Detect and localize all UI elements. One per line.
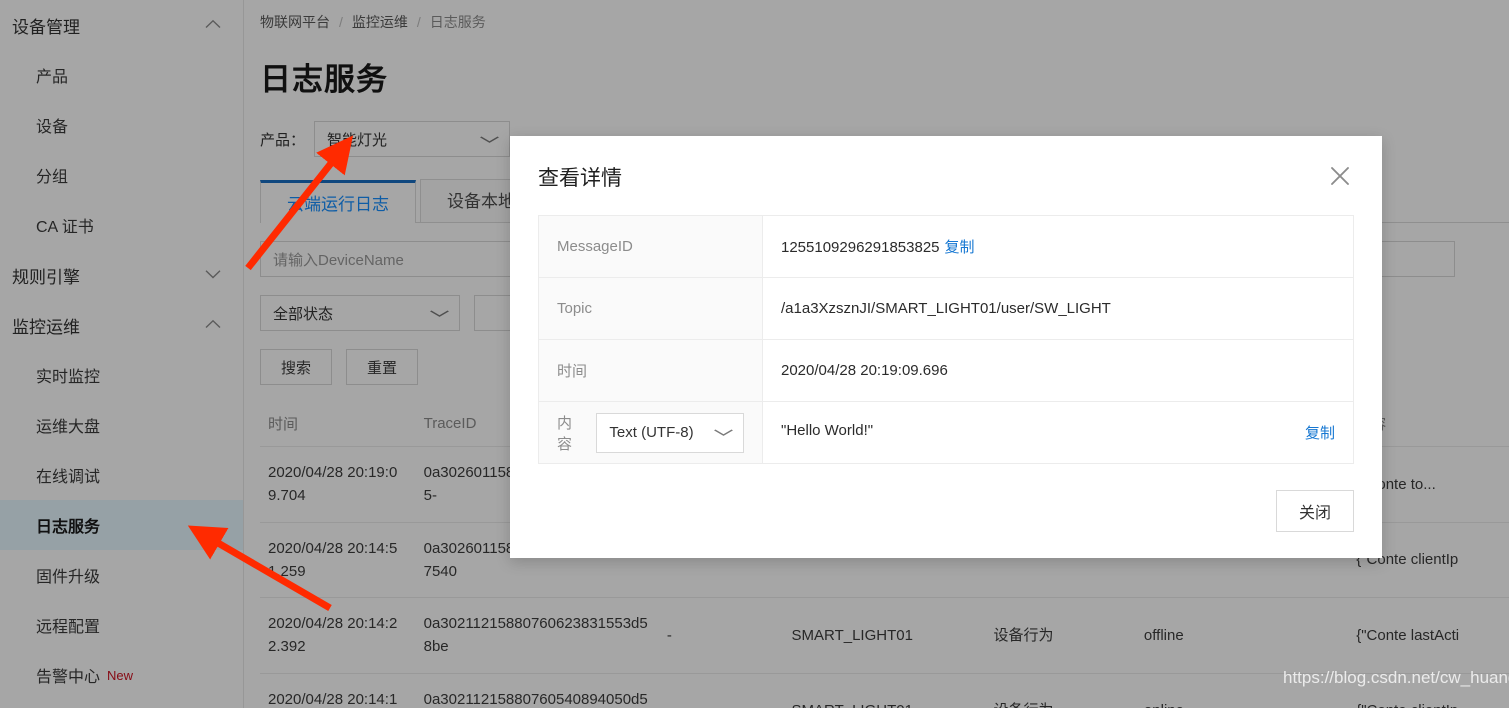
detail-label-content: 内容 Text (UTF-8) — [538, 401, 763, 464]
detail-row-time: 时间 2020/04/28 20:19:09.696 — [538, 339, 1354, 402]
detail-value-time: 2020/04/28 20:19:09.696 — [762, 339, 1354, 402]
detail-label-topic: Topic — [538, 277, 763, 340]
detail-value-content: "Hello World!" 复制 — [762, 401, 1354, 464]
detail-row-content: 内容 Text (UTF-8) "Hello World!" 复制 — [538, 401, 1354, 464]
detail-table: MessageID 1255109296291853825 复制 Topic /a… — [538, 215, 1354, 464]
detail-row-topic: Topic /a1a3XzsznJI/SMART_LIGHT01/user/SW… — [538, 277, 1354, 340]
detail-value-messageid: 1255109296291853825 复制 — [762, 215, 1354, 278]
modal-footer: 关闭 — [1275, 490, 1354, 532]
close-button-label: 关闭 — [1298, 505, 1331, 522]
content-label-text: 内容 — [557, 414, 573, 453]
watermark: https://blog.csdn.net/cw_huang — [1283, 668, 1509, 687]
modal-title: 查看详情 — [538, 167, 622, 190]
chevron-down-icon — [713, 426, 733, 439]
close-icon[interactable] — [1328, 164, 1352, 193]
content-text: "Hello World!" — [781, 422, 874, 439]
detail-modal: 查看详情 MessageID 1255109296291853825 复制 Top… — [510, 136, 1382, 558]
detail-row-messageid: MessageID 1255109296291853825 复制 — [538, 215, 1354, 278]
content-format-value: Text (UTF-8) — [609, 424, 694, 441]
messageid-text: 1255109296291853825 — [781, 239, 940, 256]
content-format-select[interactable]: Text (UTF-8) — [596, 412, 744, 453]
copy-messageid-link[interactable]: 复制 — [945, 239, 975, 256]
detail-value-topic: /a1a3XzsznJI/SMART_LIGHT01/user/SW_LIGHT — [762, 277, 1354, 340]
close-button[interactable]: 关闭 — [1275, 490, 1354, 532]
copy-content-link[interactable]: 复制 — [1305, 422, 1335, 443]
detail-label-time: 时间 — [538, 339, 763, 402]
modal-header: 查看详情 — [510, 136, 1382, 193]
detail-label-messageid: MessageID — [538, 215, 763, 278]
